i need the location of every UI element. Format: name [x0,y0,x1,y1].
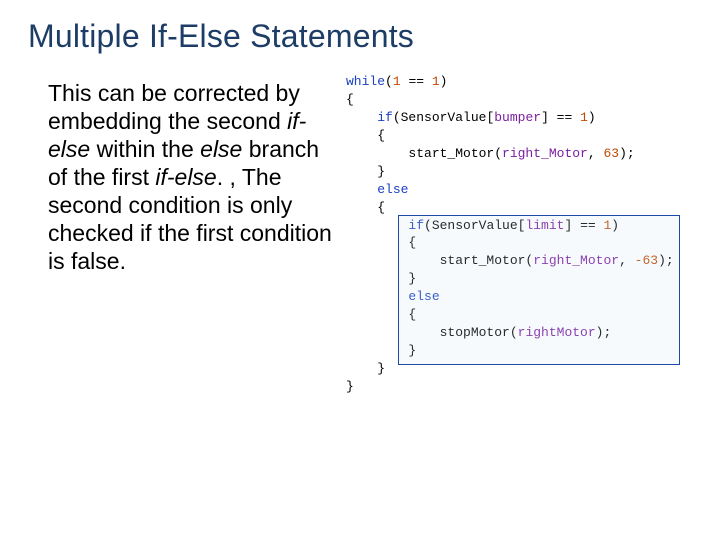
code-kw-while: while [346,74,385,89]
code-indent [346,110,377,125]
code-kw-if: if [408,218,424,233]
body-italic-else: else [200,136,242,162]
code-tok: (SensorValue[ [424,218,525,233]
code-num: 1 [393,74,401,89]
code-tok: ) [588,110,596,125]
code-brace: } [346,164,385,179]
code-brace: { [346,92,354,107]
code-tok: start_Motor( [346,146,502,161]
body-seg: within the [90,136,200,162]
code-tok: ) [611,218,619,233]
code-ident-rightmotor: right_Motor [502,146,588,161]
code-tok: , [619,253,635,268]
code-ident-limit: limit [525,218,564,233]
code-num: 63 [603,146,619,161]
code-indent [346,182,377,197]
body-seg: This can be corrected by embedding the s… [48,80,300,134]
code-kw-if: if [377,110,393,125]
code-tok: ); [619,146,635,161]
slide-title: Multiple If-Else Statements [28,18,692,55]
highlight-box-nested-ifelse [398,215,680,365]
code-brace: { [346,200,385,215]
code-num: -63 [635,253,658,268]
code-tok: stopMotor( [346,325,518,340]
body-text: This can be corrected by embedding the s… [28,73,338,275]
code-tok: ] == [564,218,603,233]
code-brace: } [346,343,416,358]
code-brace: } [346,379,354,394]
content-row: This can be corrected by embedding the s… [28,73,692,414]
code-brace: { [346,235,416,250]
code-tok: ); [596,325,612,340]
slide: Multiple If-Else Statements This can be … [0,0,720,540]
code-indent [346,289,408,304]
code-tok: ); [658,253,674,268]
code-num: 1 [432,74,440,89]
code-kw-else: else [408,289,439,304]
code-brace: } [346,271,416,286]
code-indent [346,218,408,233]
code-tok: ] == [541,110,580,125]
code-ident-rightmotor: right_Motor [533,253,619,268]
code-kw-else: else [377,182,408,197]
body-italic-ifelse-2: if-else [155,164,216,190]
code-brace: } [346,361,385,376]
code-ident-bumper: bumper [494,110,541,125]
code-block: while(1 == 1) { if(SensorValue[bumper] =… [346,73,674,414]
code-brace: { [346,307,416,322]
code-tok: ) [440,74,448,89]
code-tok: , [588,146,604,161]
code-tok: start_Motor( [346,253,533,268]
code-tok: ( [385,74,393,89]
code-tok: (SensorValue[ [393,110,494,125]
code-block-wrap: while(1 == 1) { if(SensorValue[bumper] =… [346,73,674,414]
code-ident-rightmotor: rightMotor [518,325,596,340]
code-num: 1 [580,110,588,125]
code-brace: { [346,128,385,143]
code-tok: == [401,74,432,89]
